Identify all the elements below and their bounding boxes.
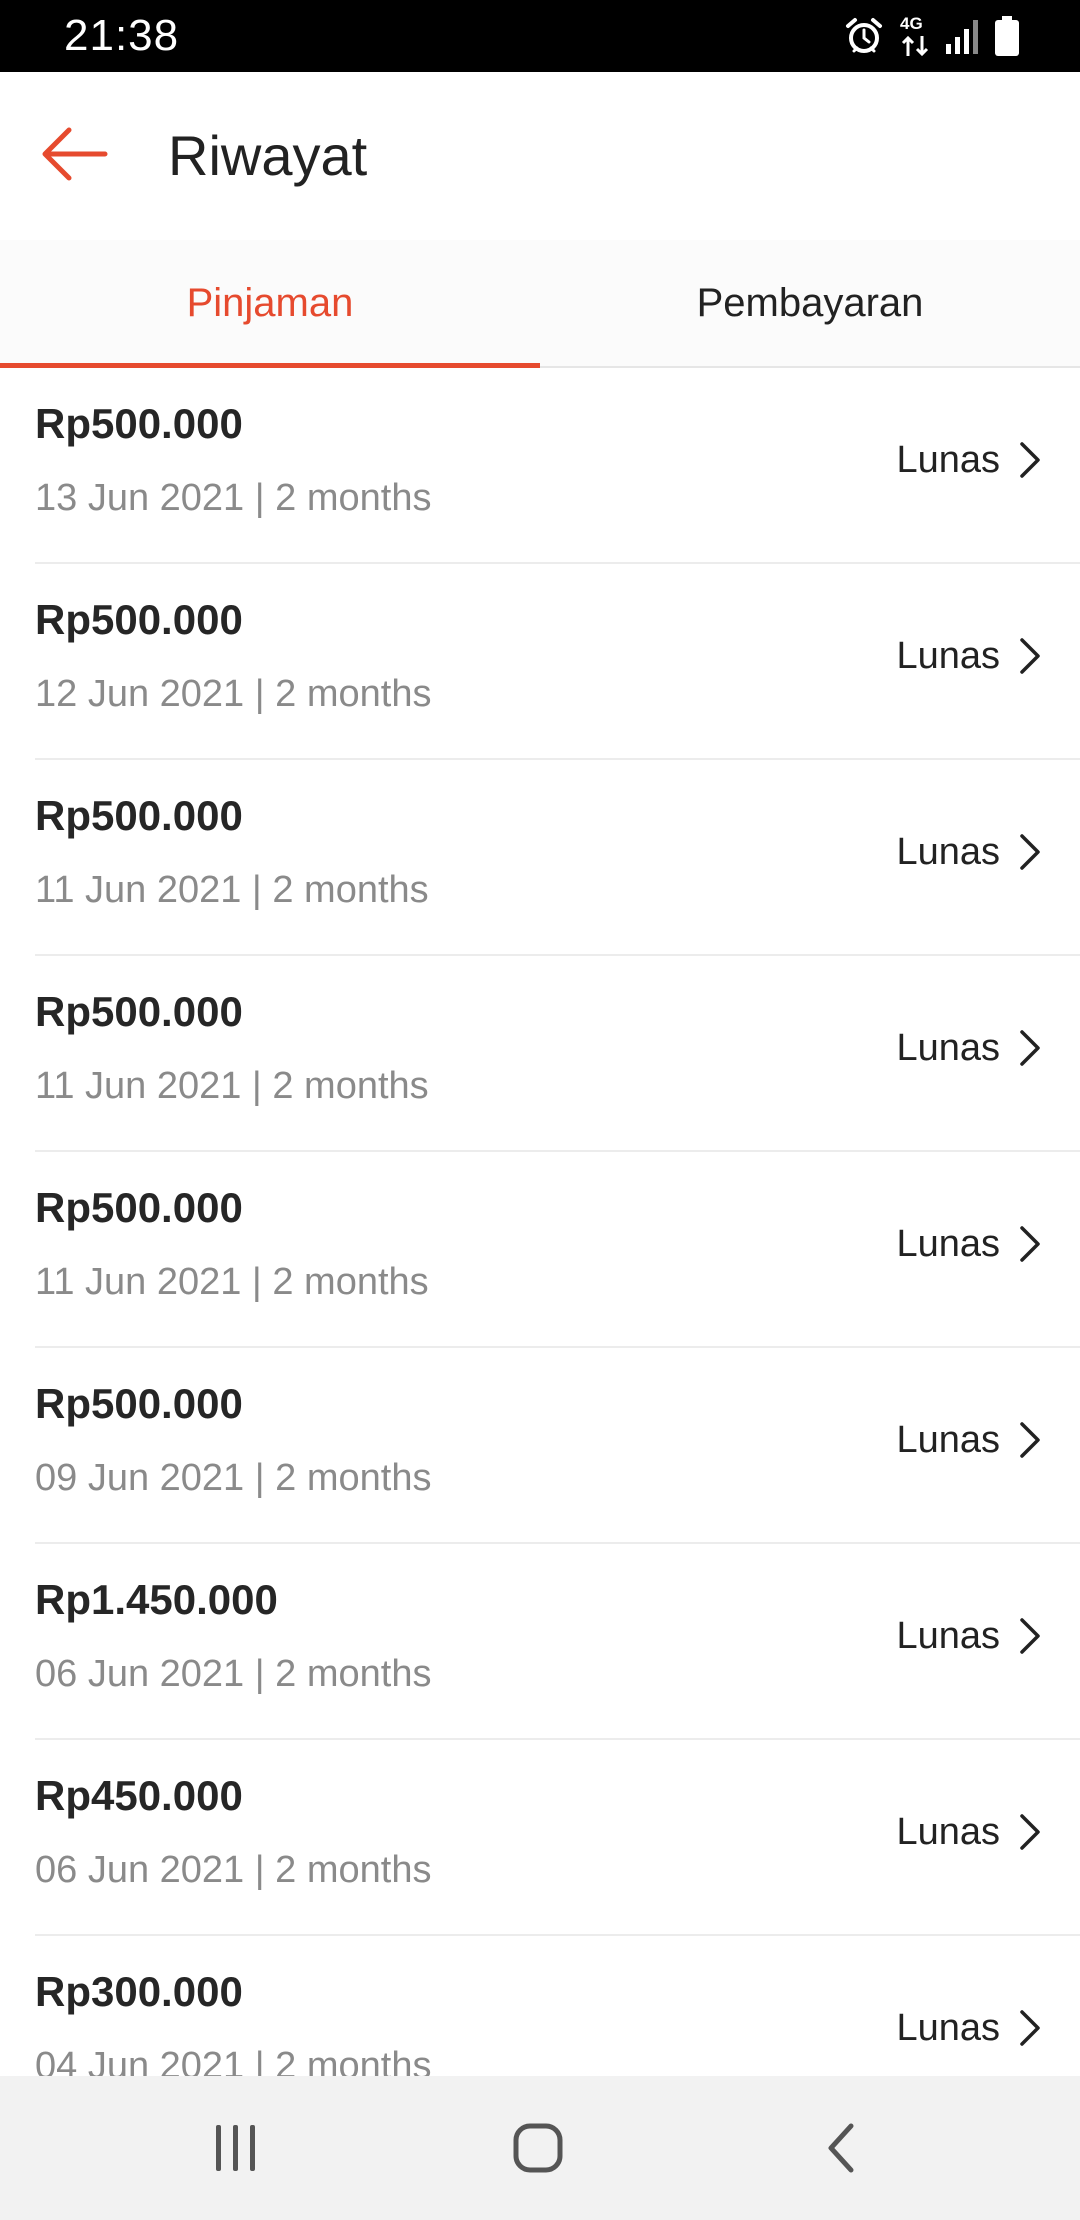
tab-bar: Pinjaman Pembayaran	[0, 240, 1080, 368]
loan-row[interactable]: Rp1.450.000 06 Jun 2021 | 2 months Lunas	[35, 1544, 1080, 1740]
loan-row[interactable]: Rp500.000 11 Jun 2021 | 2 months Lunas	[35, 1152, 1080, 1348]
loan-date-term: 11 Jun 2021 | 2 months	[35, 869, 429, 911]
loan-amount: Rp300.000	[35, 1968, 243, 2015]
status-time: 21:38	[64, 11, 180, 60]
back-nav-icon	[828, 2123, 854, 2173]
loan-row[interactable]: Rp500.000 11 Jun 2021 | 2 months Lunas	[35, 956, 1080, 1152]
loan-amount: Rp500.000	[35, 1380, 243, 1427]
system-nav-bar	[0, 2076, 1080, 2220]
loan-row[interactable]: Rp500.000 12 Jun 2021 | 2 months Lunas	[35, 564, 1080, 760]
loan-status: Lunas	[896, 2007, 1000, 2049]
loan-status: Lunas	[896, 1027, 1000, 1069]
loan-status: Lunas	[896, 1223, 1000, 1265]
tab-pembayaran-label: Pembayaran	[696, 280, 924, 325]
loan-date-term: 09 Jun 2021 | 2 months	[35, 1457, 432, 1499]
alarm-icon	[844, 16, 884, 56]
chevron-right-icon	[1020, 1030, 1040, 1066]
chevron-right-icon	[1020, 1422, 1040, 1458]
page-title: Riwayat	[168, 124, 368, 187]
loan-status: Lunas	[896, 1615, 1000, 1657]
loan-date-term: 06 Jun 2021 | 2 months	[35, 1849, 432, 1891]
recent-apps-button[interactable]	[191, 2110, 281, 2186]
loan-date-term: 04 Jun 2021 | 2 months	[35, 2045, 432, 2076]
loan-row[interactable]: Rp500.000 09 Jun 2021 | 2 months Lunas	[35, 1348, 1080, 1544]
loan-status: Lunas	[896, 439, 1000, 481]
loan-status: Lunas	[896, 1811, 1000, 1853]
loan-date-term: 13 Jun 2021 | 2 months	[35, 477, 432, 519]
status-icons: 4G	[844, 14, 1020, 58]
back-nav-button[interactable]	[795, 2110, 885, 2186]
tab-pinjaman-label: Pinjaman	[186, 280, 354, 325]
chevron-right-icon	[1020, 1226, 1040, 1262]
tab-pinjaman[interactable]: Pinjaman	[0, 240, 540, 368]
signal-icon	[946, 18, 980, 54]
loan-amount: Rp500.000	[35, 792, 243, 839]
loan-row[interactable]: Rp500.000 11 Jun 2021 | 2 months Lunas	[35, 760, 1080, 956]
loan-row[interactable]: Rp500.000 13 Jun 2021 | 2 months Lunas	[35, 368, 1080, 564]
network-4g-icon: 4G	[898, 14, 932, 58]
arrow-left-icon	[39, 124, 109, 189]
status-bar: 21:38 4G	[0, 0, 1080, 72]
loan-date-term: 06 Jun 2021 | 2 months	[35, 1653, 432, 1695]
loan-history-list[interactable]: Rp500.000 13 Jun 2021 | 2 months Lunas R…	[0, 368, 1080, 2076]
loan-status: Lunas	[896, 635, 1000, 677]
loan-date-term: 12 Jun 2021 | 2 months	[35, 673, 432, 715]
loan-amount: Rp500.000	[35, 400, 243, 447]
loan-amount: Rp1.450.000	[35, 1576, 278, 1623]
loan-status: Lunas	[896, 1419, 1000, 1461]
loan-date-term: 11 Jun 2021 | 2 months	[35, 1065, 429, 1107]
chevron-right-icon	[1020, 1618, 1040, 1654]
chevron-right-icon	[1020, 442, 1040, 478]
loan-amount: Rp500.000	[35, 988, 243, 1035]
loan-status: Lunas	[896, 831, 1000, 873]
network-type-label: 4G	[900, 14, 923, 33]
loan-amount: Rp500.000	[35, 596, 243, 643]
loan-amount: Rp500.000	[35, 1184, 243, 1231]
chevron-right-icon	[1020, 2010, 1040, 2046]
loan-date-term: 11 Jun 2021 | 2 months	[35, 1261, 429, 1303]
back-button[interactable]	[26, 112, 122, 200]
chevron-right-icon	[1020, 1814, 1040, 1850]
loan-row[interactable]: Rp300.000 04 Jun 2021 | 2 months Lunas	[35, 1936, 1080, 2076]
home-button[interactable]	[493, 2110, 583, 2186]
loan-row[interactable]: Rp450.000 06 Jun 2021 | 2 months Lunas	[35, 1740, 1080, 1936]
app-bar: Riwayat	[0, 72, 1080, 240]
chevron-right-icon	[1020, 834, 1040, 870]
battery-icon	[994, 16, 1020, 56]
home-icon	[513, 2123, 563, 2173]
loan-amount: Rp450.000	[35, 1772, 243, 1819]
chevron-right-icon	[1020, 638, 1040, 674]
recent-apps-icon	[216, 2125, 255, 2171]
tab-pembayaran[interactable]: Pembayaran	[540, 240, 1080, 366]
